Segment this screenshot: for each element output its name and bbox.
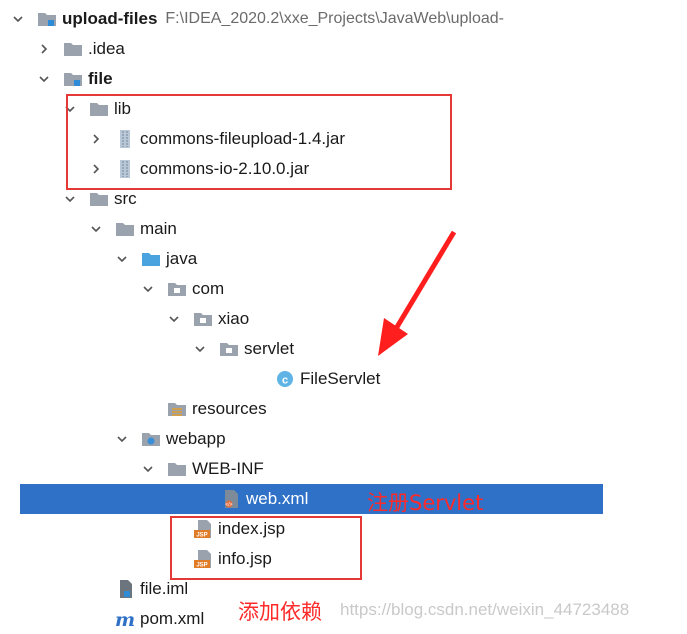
tree-node-label: file [88, 69, 113, 88]
tree-node-label: web.xml [246, 489, 309, 508]
tree-node-label: WEB-INF [192, 459, 264, 478]
tree-node-file[interactable]: file [0, 64, 603, 94]
highlight-box-jsp [170, 516, 362, 580]
tree-node-com[interactable]: com [0, 274, 603, 304]
tree-node-fileservlet[interactable]: c FileServlet [0, 364, 603, 394]
project-name: upload-files [62, 9, 158, 28]
chevron-down-icon[interactable] [12, 13, 24, 25]
chevron-down-icon[interactable] [64, 193, 76, 205]
chevron-down-icon[interactable] [116, 253, 128, 265]
tree-node-java[interactable]: java [0, 244, 603, 274]
folder-icon [62, 39, 84, 59]
package-icon [192, 309, 214, 329]
tree-node-idea[interactable]: .idea [0, 34, 603, 64]
package-icon [218, 339, 240, 359]
package-icon [166, 279, 188, 299]
iml-module-file-icon [114, 579, 136, 599]
source-folder-icon [140, 249, 162, 269]
tree-node-servlet[interactable]: servlet [0, 334, 603, 364]
chevron-down-icon[interactable] [38, 73, 50, 85]
svg-text:m: m [115, 609, 135, 629]
chevron-down-icon[interactable] [142, 283, 154, 295]
watermark: https://blog.csdn.net/weixin_44723488 [340, 600, 630, 619]
module-folder-icon [62, 69, 84, 89]
folder-icon [166, 459, 188, 479]
tree-node-web-xml[interactable]: </> web.xml [20, 484, 603, 514]
tree-node-label: file.iml [140, 579, 189, 598]
tree-node-label: main [140, 219, 177, 238]
tree-node-label: java [166, 249, 198, 268]
tree-node-label: FileServlet [300, 369, 381, 388]
tree-node-label: com [192, 279, 225, 298]
tree-node-label: pom.xml [140, 609, 205, 628]
tree-node-xiao[interactable]: xiao [0, 304, 603, 334]
resources-folder-icon [166, 399, 188, 419]
tree-node-label: src [114, 189, 137, 208]
annotation-register-servlet: 注册Servlet [367, 491, 484, 515]
annotation-add-dependency: 添加依赖 [238, 600, 322, 624]
tree-node-label: resources [192, 399, 267, 418]
tree-node-label: servlet [244, 339, 295, 358]
tree-node-label: webapp [166, 429, 226, 448]
project-path: F:\IDEA_2020.2\xxe_Projects\JavaWeb\uplo… [165, 10, 504, 27]
chevron-down-icon[interactable] [116, 433, 128, 445]
java-class-icon: c [274, 369, 296, 389]
tree-node-webapp[interactable]: webapp [0, 424, 603, 454]
svg-text:c: c [282, 375, 288, 387]
highlight-box-lib [66, 94, 452, 190]
tree-node-resources[interactable]: resources [0, 394, 603, 424]
chevron-down-icon[interactable] [168, 313, 180, 325]
svg-text:</>: </> [225, 502, 232, 508]
maven-icon: m [114, 609, 136, 629]
web-folder-icon [140, 429, 162, 449]
tree-node-main[interactable]: main [0, 214, 603, 244]
module-folder-icon [36, 9, 58, 29]
tree-node-label: .idea [88, 39, 125, 58]
chevron-right-icon[interactable] [38, 43, 50, 55]
tree-node-label: xiao [218, 309, 250, 328]
web-xml-icon: </> [220, 489, 242, 509]
chevron-down-icon[interactable] [142, 463, 154, 475]
folder-icon [114, 219, 136, 239]
tree-node-upload-files[interactable]: upload-files F:\IDEA_2020.2\xxe_Projects… [0, 4, 603, 34]
chevron-down-icon[interactable] [90, 223, 102, 235]
tree-node-web-inf[interactable]: WEB-INF [0, 454, 603, 484]
annotation-arrow [378, 230, 457, 356]
chevron-down-icon[interactable] [194, 343, 206, 355]
folder-icon [88, 189, 110, 209]
